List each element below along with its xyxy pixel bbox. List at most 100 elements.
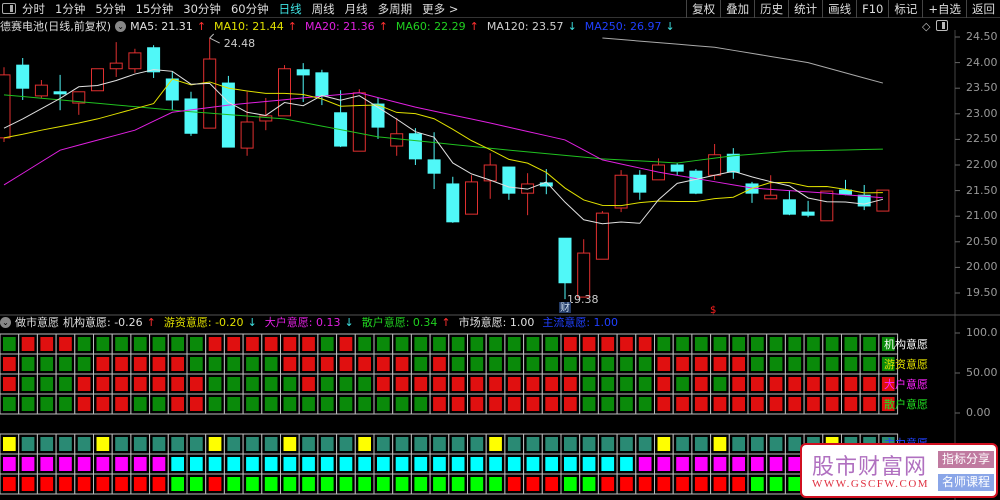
candle-up[interactable] bbox=[259, 115, 273, 122]
candle-up[interactable] bbox=[764, 194, 778, 200]
candle-down[interactable] bbox=[558, 237, 572, 284]
willingness-cell bbox=[807, 337, 820, 351]
candle-down[interactable] bbox=[782, 199, 796, 215]
signal-cell bbox=[21, 437, 35, 451]
willingness-cell bbox=[620, 337, 633, 351]
candle-up[interactable] bbox=[240, 121, 254, 149]
candle-up[interactable] bbox=[91, 68, 104, 92]
indicator-share-button[interactable]: 指标分享 bbox=[938, 451, 994, 468]
candle-up[interactable] bbox=[820, 190, 834, 222]
signal-cell bbox=[713, 457, 727, 471]
signal-cell bbox=[3, 477, 16, 491]
willingness-cell bbox=[320, 397, 334, 411]
willingness-cell bbox=[246, 377, 259, 391]
indicator-settings-icon[interactable]: ⌄ bbox=[0, 316, 11, 328]
willingness-cell bbox=[732, 397, 745, 411]
willingness-cell bbox=[152, 337, 166, 351]
signal-cell bbox=[40, 477, 54, 491]
signal-cell bbox=[339, 437, 353, 451]
willingness-cell bbox=[208, 357, 222, 371]
signal-cell bbox=[489, 437, 502, 451]
candle-down[interactable] bbox=[16, 64, 30, 89]
candle-down[interactable] bbox=[147, 47, 161, 73]
signal-cell bbox=[638, 477, 652, 491]
willingness-cell bbox=[115, 357, 128, 371]
signal-cell bbox=[470, 437, 484, 451]
indicator-label: 大户意愿: 0.13 bbox=[264, 316, 341, 329]
willingness-cell bbox=[732, 357, 745, 371]
candle-down[interactable] bbox=[670, 164, 684, 172]
watermark-banner: 股市财富网 WWW.GSCFW.COM 指标分享 名师课程 bbox=[800, 443, 998, 498]
indicator-trend-arrow: ↑ bbox=[441, 316, 451, 329]
candle-up[interactable] bbox=[278, 68, 291, 117]
willingness-cell bbox=[713, 337, 727, 351]
willingness-cell bbox=[807, 357, 820, 371]
candle-down[interactable] bbox=[446, 183, 460, 223]
willingness-cell bbox=[190, 337, 203, 351]
candle-up[interactable] bbox=[614, 174, 628, 209]
willingness-cell bbox=[844, 377, 858, 391]
candle-up[interactable] bbox=[595, 212, 609, 260]
signal-cell bbox=[582, 437, 596, 451]
signal-cell bbox=[302, 437, 315, 451]
signal-cell bbox=[59, 477, 72, 491]
signal-cell bbox=[190, 477, 203, 491]
signal-cell bbox=[40, 457, 54, 471]
kline-chart[interactable]: 24.48 19.38财 $ bbox=[0, 0, 1000, 500]
signal-cell bbox=[133, 437, 147, 451]
candle-up[interactable] bbox=[465, 181, 478, 215]
signal-cell bbox=[190, 437, 203, 451]
willingness-cell bbox=[320, 337, 334, 351]
signal-cell bbox=[302, 477, 315, 491]
candle-up[interactable] bbox=[0, 74, 11, 139]
willingness-cell bbox=[171, 397, 184, 411]
indicator-tick: 50.00 bbox=[966, 366, 998, 379]
willingness-cell bbox=[545, 357, 558, 371]
willingness-cell bbox=[320, 357, 334, 371]
course-button[interactable]: 名师课程 bbox=[938, 474, 994, 491]
candle-down[interactable] bbox=[315, 72, 329, 97]
signal-cell bbox=[3, 457, 16, 471]
candle-down[interactable] bbox=[633, 174, 647, 193]
candle-down[interactable] bbox=[502, 166, 516, 194]
candle-up[interactable] bbox=[203, 58, 217, 129]
candle-up[interactable] bbox=[128, 52, 142, 70]
candle-down[interactable] bbox=[427, 159, 441, 174]
signal-cell bbox=[620, 437, 633, 451]
candle-down[interactable] bbox=[408, 133, 422, 160]
willingness-cell bbox=[788, 397, 802, 411]
candle-up[interactable] bbox=[34, 84, 48, 97]
candle-down[interactable] bbox=[726, 153, 740, 173]
willingness-cell bbox=[77, 357, 91, 371]
candle-down[interactable] bbox=[165, 78, 179, 101]
candle-up[interactable] bbox=[577, 252, 591, 298]
signal-cell bbox=[283, 437, 297, 451]
signal-cell bbox=[115, 457, 128, 471]
signal-cell bbox=[21, 477, 35, 491]
indicator-label: 散户意愿: 0.34 bbox=[361, 316, 438, 329]
willingness-cell bbox=[171, 357, 184, 371]
price-tick: 23.00 bbox=[966, 106, 998, 120]
willingness-cell bbox=[470, 337, 484, 351]
willingness-cell bbox=[470, 397, 484, 411]
willingness-cell bbox=[190, 357, 203, 371]
candle-up[interactable] bbox=[352, 92, 366, 152]
candle-down[interactable] bbox=[53, 91, 67, 95]
candle-down[interactable] bbox=[689, 170, 703, 194]
dividend-marker[interactable]: $ bbox=[710, 305, 716, 316]
candle-down[interactable] bbox=[296, 69, 310, 76]
candle-up[interactable] bbox=[109, 62, 123, 70]
willingness-cell bbox=[264, 357, 278, 371]
willingness-cell bbox=[676, 397, 689, 411]
willingness-cell bbox=[227, 357, 241, 371]
willingness-cell bbox=[526, 397, 540, 411]
willingness-cell bbox=[526, 337, 540, 351]
willingness-cell bbox=[358, 397, 371, 411]
candle-down[interactable] bbox=[184, 98, 198, 134]
signal-cell bbox=[395, 457, 409, 471]
candle-down[interactable] bbox=[801, 211, 815, 216]
candle-up[interactable] bbox=[390, 133, 404, 147]
willingness-cell bbox=[564, 357, 577, 371]
finance-badge[interactable]: 财 bbox=[560, 301, 570, 314]
willingness-cell bbox=[115, 397, 128, 411]
